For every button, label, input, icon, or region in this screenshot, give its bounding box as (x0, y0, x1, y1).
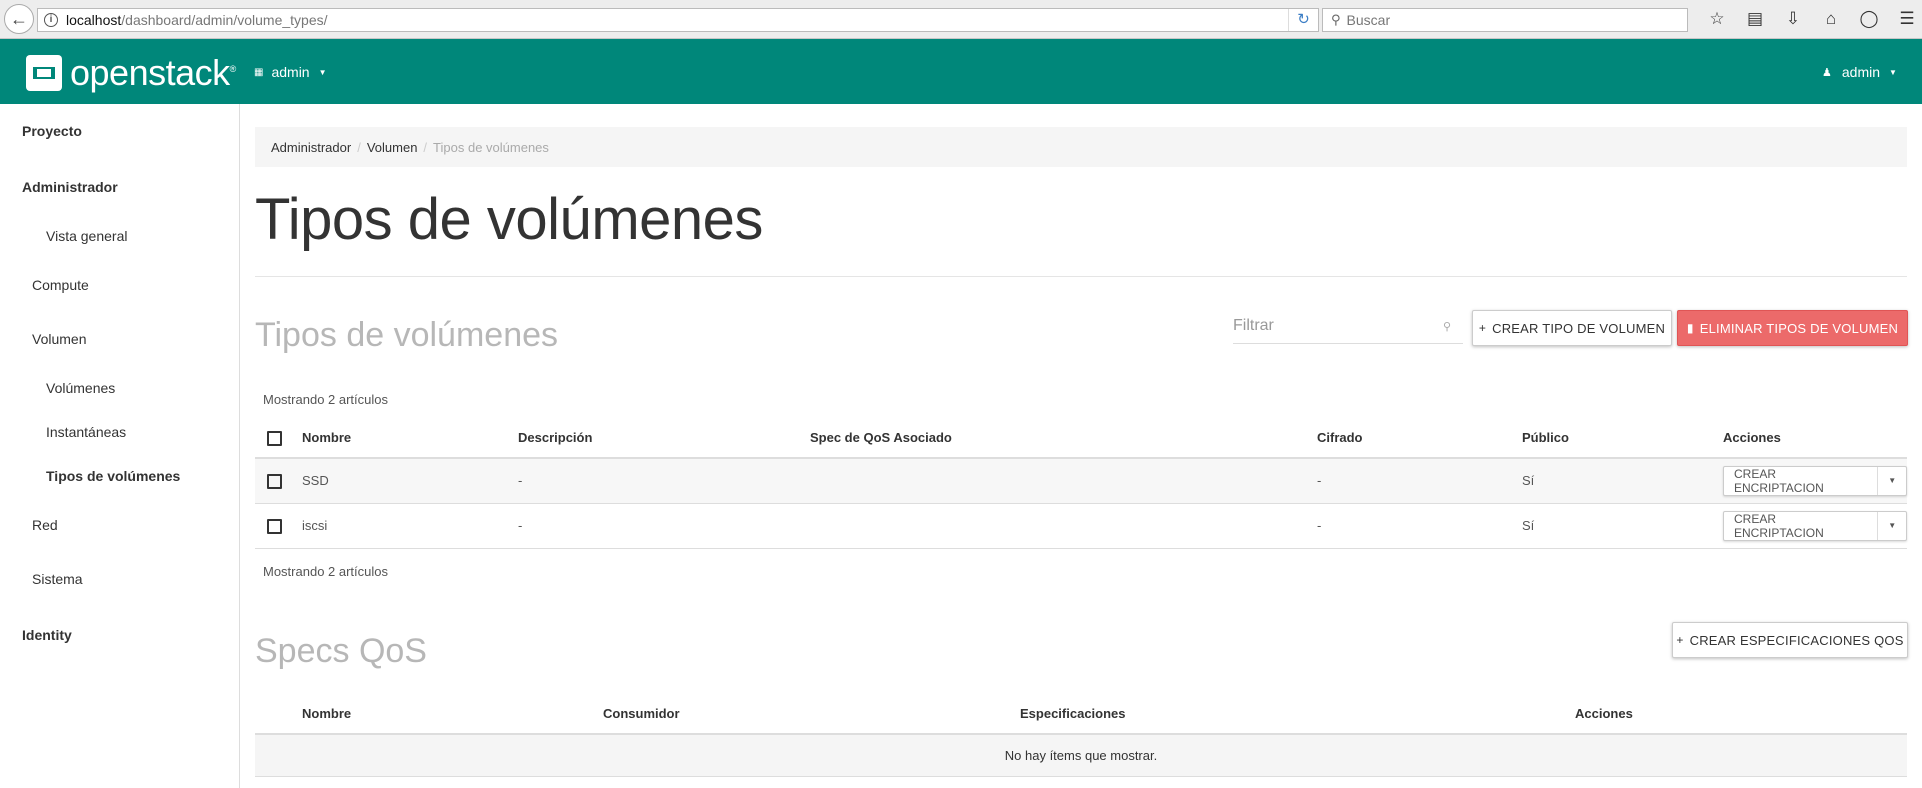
browser-search-input[interactable]: ⚲ Buscar (1322, 8, 1688, 32)
main-content: Administrador / Volumen / Tipos de volúm… (240, 104, 1922, 788)
user-icon: ♟ (1822, 66, 1832, 79)
sidebar: Proyecto Administrador Vista general Com… (0, 104, 240, 788)
row-checkbox[interactable] (267, 518, 282, 534)
qos-specs-table: Nombre Consumidor Especificaciones Accio… (255, 694, 1907, 777)
sidebar-item-volumen[interactable]: Volumen (32, 331, 86, 347)
row-checkbox[interactable] (267, 473, 282, 489)
cell-encrypted: - (1317, 458, 1522, 504)
breadcrumb-item-volumen[interactable]: Volumen (367, 140, 418, 155)
column-header-nombre[interactable]: Nombre (302, 418, 518, 459)
breadcrumb-item-current: Tipos de volúmenes (433, 139, 549, 155)
url-path: /dashboard/admin/volume_types/ (121, 12, 328, 28)
empty-message: No hay ítems que mostrar. (255, 734, 1907, 777)
sidebar-item-volumenes[interactable]: Volúmenes (46, 380, 115, 396)
column-header-publico[interactable]: Público (1522, 418, 1723, 459)
plus-icon: + (1676, 633, 1684, 647)
column-header-acciones: Acciones (1723, 418, 1907, 459)
column-header-descripcion[interactable]: Descripción (518, 418, 810, 459)
search-icon: ⚲ (1442, 321, 1451, 333)
empty-row: No hay ítems que mostrar. (255, 734, 1907, 777)
sidebar-item-identity[interactable]: Identity (22, 627, 72, 643)
qos-specs-title: Specs QoS (255, 632, 427, 670)
reload-icon[interactable]: ↻ (1288, 9, 1318, 31)
filter-placeholder: Filtrar (1233, 317, 1274, 334)
breadcrumb-item-administrador[interactable]: Administrador (271, 140, 351, 155)
cell-encrypted: - (1317, 503, 1522, 549)
project-grid-icon: ▦ (254, 66, 264, 78)
project-selector[interactable]: ▦ admin ▼ (254, 64, 327, 80)
create-volume-type-button[interactable]: + CREAR TIPO DE VOLUMEN (1472, 310, 1672, 346)
info-icon[interactable]: i (44, 13, 58, 27)
sidebar-item-instantaneas[interactable]: Instantáneas (46, 424, 126, 440)
browser-toolbar: ← i localhost/dashboard/admin/volume_typ… (0, 0, 1922, 39)
sidebar-item-tipos-de-volumenes[interactable]: Tipos de volúmenes (46, 468, 180, 484)
sidebar-item-vista-general[interactable]: Vista general (46, 228, 127, 244)
volume-types-table: Nombre Descripción Spec de QoS Asociado … (255, 418, 1907, 549)
table-row: SSD - - Sí CREAR ENCRIPTACION ▼ (255, 458, 1907, 504)
create-encryption-button[interactable]: CREAR ENCRIPTACION (1724, 511, 1879, 540)
row-actions: CREAR ENCRIPTACION ▼ (1723, 510, 1907, 541)
cell-name: SSD (302, 458, 518, 504)
chevron-down-icon: ▼ (318, 67, 327, 77)
sidebar-item-proyecto[interactable]: Proyecto (22, 123, 82, 139)
top-navbar: openstack® ▦ admin ▼ ♟ admin ▼ (0, 39, 1922, 104)
openstack-logo[interactable]: openstack® (26, 52, 236, 94)
back-icon[interactable]: ← (4, 4, 34, 34)
user-menu[interactable]: ♟ admin ▼ (1822, 64, 1897, 80)
column-header-consumidor[interactable]: Consumidor (603, 694, 1020, 735)
select-all-checkbox[interactable] (267, 430, 282, 446)
column-header-nombre[interactable]: Nombre (302, 694, 603, 735)
cell-qos (810, 458, 1317, 504)
chevron-down-icon[interactable]: ▼ (1878, 467, 1906, 495)
menu-icon[interactable]: ☰ (1888, 7, 1922, 31)
column-header-especificaciones[interactable]: Especificaciones (1020, 694, 1575, 735)
cell-description: - (518, 458, 810, 504)
sidebar-item-sistema[interactable]: Sistema (32, 571, 83, 587)
search-icon: ⚲ (1331, 12, 1341, 27)
pocket-icon[interactable]: ◯ (1850, 7, 1888, 31)
column-header-qos[interactable]: Spec de QoS Asociado (810, 418, 1317, 459)
url-host: localhost (66, 12, 122, 28)
sidebar-item-red[interactable]: Red (32, 517, 58, 533)
cell-public: Sí (1522, 458, 1723, 504)
logo-text: openstack® (70, 52, 236, 93)
column-header-acciones: Acciones (1575, 694, 1907, 735)
column-header-cifrado[interactable]: Cifrado (1317, 418, 1522, 459)
table-row: iscsi - - Sí CREAR ENCRIPTACION ▼ (255, 503, 1907, 549)
page-title: Tipos de volúmenes (255, 187, 763, 252)
sidebar-item-administrador[interactable]: Administrador (22, 179, 118, 195)
user-name: admin (1841, 64, 1881, 80)
create-encryption-button[interactable]: CREAR ENCRIPTACION (1724, 466, 1879, 495)
bookmark-star-icon[interactable]: ☆ (1698, 7, 1736, 31)
trash-icon: ▮ (1686, 321, 1694, 335)
filter-input[interactable]: Filtrar ⚲ (1233, 310, 1463, 344)
item-count-bottom: Mostrando 2 artículos (263, 564, 389, 579)
openstack-logo-icon (26, 55, 62, 91)
sidebar-item-compute[interactable]: Compute (32, 277, 89, 293)
download-icon[interactable]: ⇩ (1774, 7, 1812, 31)
cell-qos (810, 503, 1317, 549)
cell-public: Sí (1522, 503, 1723, 549)
project-name: admin (271, 64, 310, 80)
plus-icon: + (1478, 321, 1487, 335)
divider (255, 276, 1907, 277)
search-placeholder: Buscar (1346, 12, 1391, 28)
breadcrumb: Administrador / Volumen / Tipos de volúm… (255, 127, 1907, 167)
chevron-down-icon: ▼ (1889, 67, 1897, 77)
item-count-top: Mostrando 2 artículos (263, 392, 389, 407)
home-icon[interactable]: ⌂ (1812, 7, 1850, 31)
row-actions: CREAR ENCRIPTACION ▼ (1723, 465, 1907, 496)
url-bar[interactable]: i localhost/dashboard/admin/volume_types… (37, 8, 1319, 32)
create-qos-spec-button[interactable]: + CREAR ESPECIFICACIONES QOS (1672, 622, 1908, 658)
volume-types-title: Tipos de volúmenes (255, 316, 559, 354)
chevron-down-icon[interactable]: ▼ (1878, 512, 1906, 540)
reading-list-icon[interactable]: ▤ (1736, 7, 1774, 31)
cell-name: iscsi (302, 503, 518, 549)
delete-volume-types-button[interactable]: ▮ ELIMINAR TIPOS DE VOLUMEN (1677, 310, 1908, 346)
cell-description: - (518, 503, 810, 549)
